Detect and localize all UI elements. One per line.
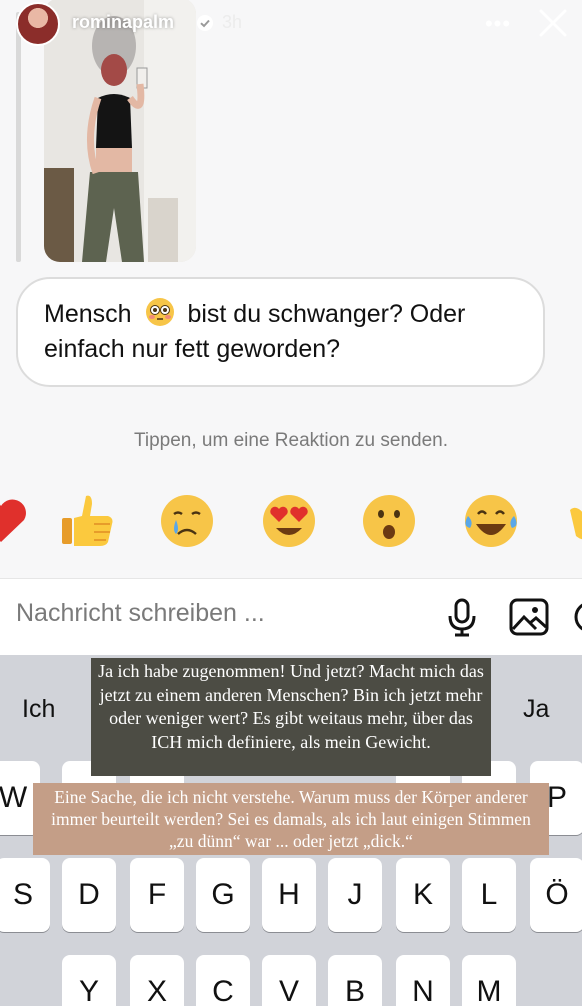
key-b[interactable]: B bbox=[328, 955, 382, 1006]
tears-of-joy-icon[interactable] bbox=[460, 490, 522, 552]
key-v[interactable]: V bbox=[262, 955, 316, 1006]
suggestion-ja[interactable]: Ja bbox=[523, 695, 549, 724]
more-options-icon[interactable]: ••• bbox=[484, 10, 512, 38]
flushed-face-icon bbox=[145, 298, 174, 326]
microphone-icon[interactable] bbox=[444, 597, 480, 637]
crying-face-icon[interactable] bbox=[156, 490, 218, 552]
key-k[interactable]: K bbox=[396, 858, 450, 932]
key-oe[interactable]: Ö bbox=[530, 858, 582, 932]
key-l[interactable]: L bbox=[462, 858, 516, 932]
thumbs-up-icon[interactable] bbox=[56, 490, 118, 552]
username[interactable]: rominapalm bbox=[72, 12, 174, 33]
heart-icon[interactable] bbox=[0, 490, 32, 552]
key-s[interactable]: S bbox=[0, 858, 50, 932]
key-y[interactable]: Y bbox=[62, 955, 116, 1006]
message-text: Mensch bist du schwanger? Oder einfach n… bbox=[44, 297, 524, 367]
story-header: rominapalm 3h ••• bbox=[0, 0, 582, 52]
caption-dark: Ja ich habe zugenommen! Und jetzt? Macht… bbox=[91, 658, 491, 776]
caption-tan: Eine Sache, die ich nicht verstehe. Waru… bbox=[33, 783, 549, 855]
profile-avatar[interactable] bbox=[16, 2, 60, 46]
clapping-hands-icon[interactable] bbox=[562, 490, 582, 552]
key-c[interactable]: C bbox=[196, 955, 250, 1006]
surprised-face-icon[interactable] bbox=[358, 490, 420, 552]
key-j[interactable]: J bbox=[328, 858, 382, 932]
key-d[interactable]: D bbox=[62, 858, 116, 932]
sticker-icon[interactable] bbox=[570, 597, 582, 637]
key-f[interactable]: F bbox=[130, 858, 184, 932]
reactions-row bbox=[0, 490, 582, 560]
key-h[interactable]: H bbox=[262, 858, 316, 932]
message-input[interactable]: Nachricht schreiben ... bbox=[16, 599, 416, 628]
reaction-hint: Tippen, um eine Reaktion zu senden. bbox=[133, 430, 449, 451]
story-screen: rominapalm 3h ••• Mensch bist du schwang… bbox=[0, 0, 582, 1006]
message-text-start: Mensch bbox=[44, 300, 132, 328]
key-n[interactable]: N bbox=[396, 955, 450, 1006]
heart-eyes-icon[interactable] bbox=[258, 490, 320, 552]
gallery-icon[interactable] bbox=[508, 597, 550, 637]
post-time: 3h bbox=[222, 12, 243, 32]
key-g[interactable]: G bbox=[196, 858, 250, 932]
verified-badge-icon bbox=[197, 15, 213, 31]
message-bubble: Mensch bist du schwanger? Oder einfach n… bbox=[16, 277, 545, 387]
key-x[interactable]: X bbox=[130, 955, 184, 1006]
key-m[interactable]: M bbox=[462, 955, 516, 1006]
suggestion-ich[interactable]: Ich bbox=[22, 695, 55, 724]
message-composer: Nachricht schreiben ... bbox=[0, 578, 582, 655]
close-icon[interactable] bbox=[536, 6, 570, 40]
